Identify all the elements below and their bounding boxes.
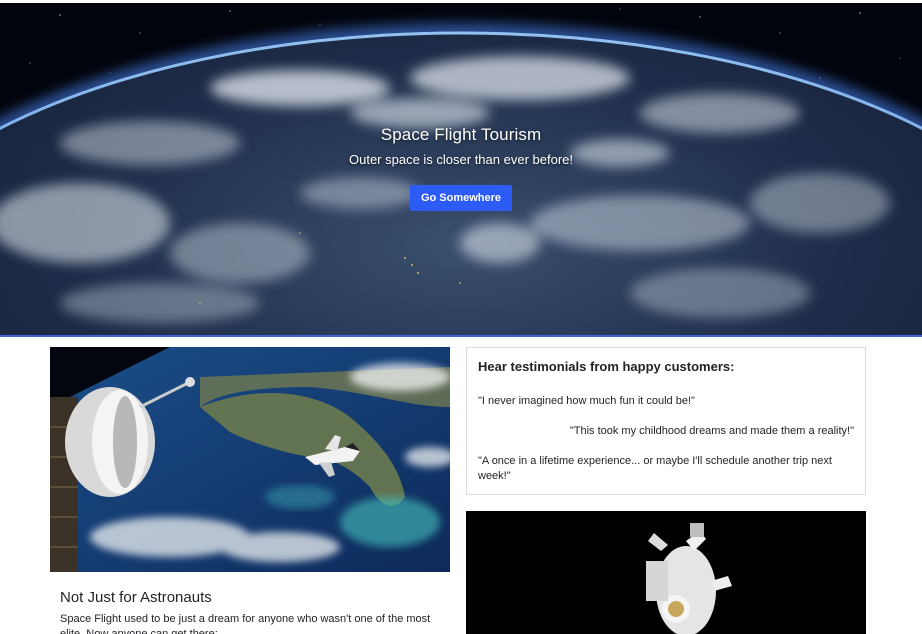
hero-banner: Space Flight Tourism Outer space is clos… <box>0 3 922 337</box>
hero-subtitle: Outer space is closer than ever before! <box>348 152 573 167</box>
space-station-and-shuttle-image <box>50 347 450 572</box>
testimonial-quote: "A once in a lifetime experience... or m… <box>478 455 832 482</box>
go-somewhere-button[interactable]: Go Somewhere <box>409 185 513 211</box>
hero-content: Space Flight Tourism Outer space is clos… <box>0 125 922 211</box>
testimonials-heading: Hear testimonials from happy customers: <box>478 359 735 374</box>
testimonial-quote: "This took my childhood dreams and made … <box>569 425 854 437</box>
spacewalk-astronaut-image <box>466 511 866 634</box>
testimonials-card: Hear testimonials from happy customers: … <box>466 347 866 495</box>
feature-card: Not Just for Astronauts Space Flight use… <box>50 347 450 634</box>
testimonial-quote: "I never imagined how much fun it could … <box>478 395 695 407</box>
feature-card-title: Not Just for Astronauts <box>60 589 212 606</box>
feature-card-body: Not Just for Astronauts Space Flight use… <box>50 572 450 634</box>
hero-title: Space Flight Tourism <box>380 125 542 144</box>
feature-card-text: Space Flight used to be just a dream for… <box>60 613 431 634</box>
